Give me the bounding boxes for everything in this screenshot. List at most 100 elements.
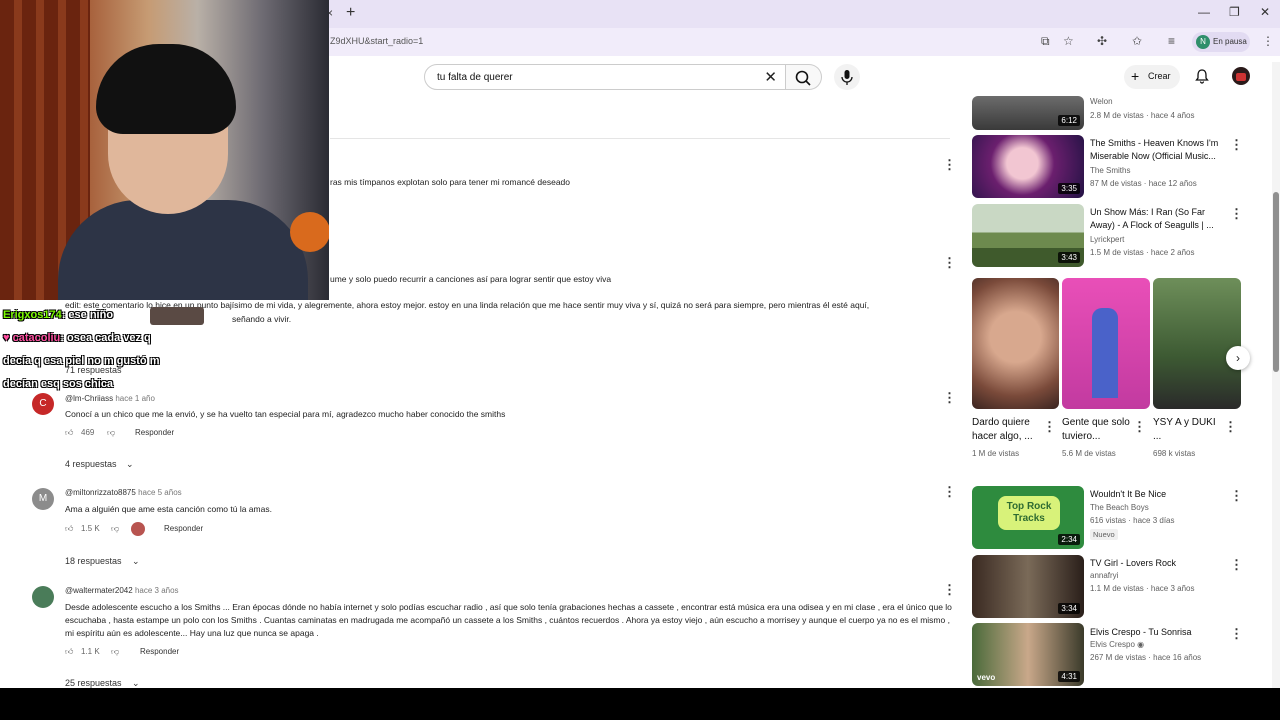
video-duration: 6:12 (1058, 115, 1080, 126)
short-thumbnail[interactable] (972, 278, 1059, 409)
basketball (290, 212, 329, 252)
restore-button[interactable]: ❐ (1229, 5, 1240, 19)
like-icon[interactable]: 👍︎ (65, 647, 73, 657)
short-views: 698 k vistas (1153, 449, 1196, 458)
comment-author[interactable]: @lm-Chriiass hace 1 año (65, 394, 155, 403)
bookmarks-icon[interactable]: ✩ (1132, 34, 1142, 48)
short-title[interactable]: YSY A y DUKI ... (1153, 416, 1225, 444)
scrollbar-thumb[interactable] (1273, 192, 1279, 372)
letterbox-bar (0, 688, 1280, 720)
video-title[interactable]: Wouldn't It Be Nice (1090, 488, 1222, 501)
video-channel[interactable]: Lyrickpert (1090, 235, 1124, 244)
dislike-icon[interactable]: 👎︎ (111, 647, 119, 657)
video-meta: 1.1 M de vistas · hace 3 años (1090, 584, 1195, 593)
video-menu-icon[interactable]: ⋮ (1230, 626, 1243, 642)
video-duration: 3:34 (1058, 603, 1080, 614)
video-title[interactable]: The Smiths - Heaven Knows I'm Miserable … (1090, 137, 1222, 163)
video-thumbnail[interactable]: vevo 4:31 (972, 623, 1084, 686)
profile-status: En pausa (1213, 37, 1247, 46)
url-field[interactable]: Z9dXHU&start_radio=1 (330, 36, 423, 46)
video-meta: 87 M de vistas · hace 12 años (1090, 179, 1197, 188)
comment-actions: 👍︎ 1.5 K 👎︎ Responder (65, 522, 225, 536)
video-menu-icon[interactable]: ⋮ (1230, 557, 1243, 573)
comment-menu-icon[interactable]: ⋮ (943, 582, 956, 598)
media-control-icon[interactable]: ≡ (1168, 34, 1175, 48)
short-menu-icon[interactable]: ⋮ (1133, 419, 1146, 435)
video-channel[interactable]: annafryi (1090, 571, 1118, 580)
comment-author[interactable]: @miltonrizzato8875 hace 5 años (65, 488, 182, 497)
like-icon[interactable]: 👍︎ (65, 524, 73, 534)
reply-button[interactable]: Responder (164, 524, 203, 533)
shorts-next-button[interactable]: › (1226, 346, 1250, 370)
install-app-icon[interactable]: ⧉ (1041, 34, 1050, 49)
like-icon[interactable]: 👍︎ (65, 428, 73, 438)
replies-toggle[interactable]: 4 respuestas (65, 459, 117, 469)
short-menu-icon[interactable]: ⋮ (1224, 419, 1237, 435)
video-title[interactable]: Elvis Crespo - Tu Sonrisa (1090, 626, 1222, 639)
search-input[interactable]: tu falta de querer ✕ (424, 64, 786, 90)
short-title[interactable]: Dardo quiere hacer algo, ... (972, 416, 1044, 444)
create-label: Crear (1148, 71, 1171, 81)
browser-menu-icon[interactable]: ⋮ (1262, 34, 1274, 48)
video-channel[interactable]: The Smiths (1090, 166, 1130, 175)
chevron-down-icon[interactable]: ⌄ (132, 678, 140, 688)
chevron-down-icon[interactable]: ⌄ (126, 459, 134, 470)
comment-menu-icon[interactable]: ⋮ (943, 484, 956, 500)
search-button[interactable] (786, 64, 822, 90)
extensions-icon[interactable]: ✣ (1097, 34, 1107, 48)
comment-author[interactable]: @waltermater2042 hace 3 años (65, 586, 179, 595)
comment-menu-icon[interactable]: ⋮ (943, 255, 956, 271)
create-button[interactable]: + Crear (1124, 65, 1180, 89)
comment-text-fragment: ras mis tímpanos explotan solo para tene… (330, 177, 571, 187)
video-duration: 4:31 (1058, 671, 1080, 682)
reply-button[interactable]: Responder (135, 428, 174, 437)
comment-menu-icon[interactable]: ⋮ (943, 390, 956, 406)
video-thumbnail[interactable]: 3:35 (972, 135, 1084, 198)
video-title[interactable]: Un Show Más: I Ran (So Far Away) - A Flo… (1090, 206, 1222, 232)
notifications-bell-icon[interactable] (1194, 68, 1210, 84)
like-count: 469 (81, 428, 95, 437)
replies-toggle[interactable]: 18 respuestas (65, 556, 122, 566)
account-avatar[interactable] (1232, 67, 1250, 85)
short-thumbnail[interactable] (1062, 278, 1150, 409)
video-duration: 3:35 (1058, 183, 1080, 194)
comment-menu-icon[interactable]: ⋮ (943, 157, 956, 173)
thumbnail-logo: Top Rock Tracks (998, 496, 1060, 530)
video-thumbnail[interactable]: 3:43 (972, 204, 1084, 267)
page-scrollbar[interactable] (1272, 62, 1280, 688)
comment-avatar[interactable] (32, 586, 54, 608)
bookmark-star-icon[interactable]: ☆ (1063, 34, 1074, 48)
short-menu-icon[interactable]: ⋮ (1043, 419, 1056, 435)
video-channel[interactable]: Welon (1090, 97, 1113, 106)
video-channel[interactable]: Elvis Crespo ◉ (1090, 640, 1144, 649)
chevron-down-icon[interactable]: ⌄ (132, 556, 140, 567)
reply-button[interactable]: Responder (140, 647, 179, 656)
replies-toggle[interactable]: 25 respuestas (65, 678, 122, 688)
close-window-button[interactable]: ✕ (1260, 5, 1270, 19)
video-thumbnail[interactable]: Top Rock Tracks 2:34 (972, 486, 1084, 549)
video-title[interactable]: TV Girl - Lovers Rock (1090, 557, 1222, 570)
plus-icon: + (1131, 68, 1140, 84)
comment-avatar[interactable]: C (32, 393, 54, 415)
like-count: 1.1 K (81, 647, 100, 656)
minimize-button[interactable]: — (1198, 5, 1210, 19)
new-tab-button[interactable]: + (346, 4, 355, 22)
short-title[interactable]: Gente que solo tuviero... (1062, 416, 1134, 444)
chat-message-cont: decían esq sos chica (3, 378, 114, 390)
clear-search-icon[interactable]: ✕ (764, 68, 777, 86)
short-thumbnail[interactable] (1153, 278, 1241, 409)
video-menu-icon[interactable]: ⋮ (1230, 137, 1243, 153)
short-views: 1 M de vistas (972, 449, 1020, 458)
video-channel[interactable]: The Beach Boys (1090, 503, 1149, 512)
video-menu-icon[interactable]: ⋮ (1230, 206, 1243, 222)
dislike-icon[interactable]: 👎︎ (107, 428, 115, 438)
profile-chip[interactable]: N En pausa (1192, 32, 1250, 52)
voice-search-button[interactable] (834, 64, 860, 90)
video-thumbnail[interactable]: 6:12 (972, 96, 1084, 130)
comments-divider (330, 138, 950, 139)
dislike-icon[interactable]: 👎︎ (111, 524, 119, 534)
video-menu-icon[interactable]: ⋮ (1230, 488, 1243, 504)
search-icon (795, 70, 811, 86)
comment-avatar[interactable]: M (32, 488, 54, 510)
video-thumbnail[interactable]: 3:34 (972, 555, 1084, 618)
